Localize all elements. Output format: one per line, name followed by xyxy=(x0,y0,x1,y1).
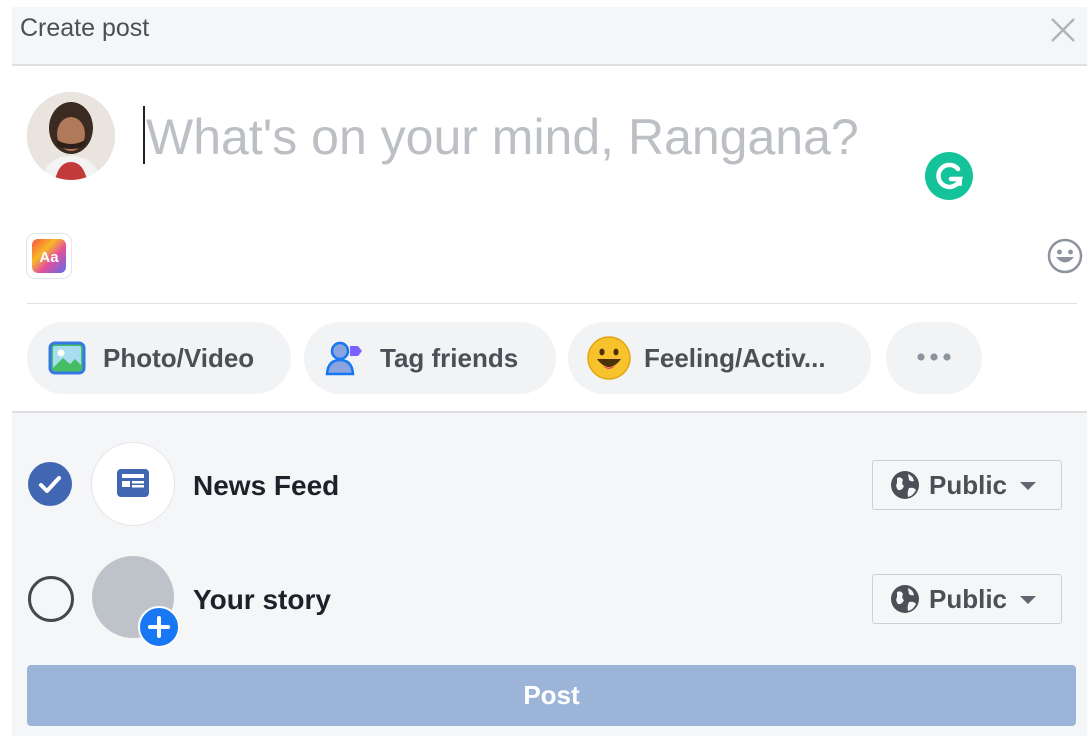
create-post-dialog: Create post What's on your mind, Rangana… xyxy=(12,7,1087,736)
news-feed-privacy-dropdown[interactable]: Public xyxy=(872,460,1062,510)
close-icon[interactable] xyxy=(1049,16,1077,44)
tag-friends-button[interactable]: Tag friends xyxy=(304,322,556,394)
globe-icon xyxy=(889,469,921,501)
user-avatar xyxy=(27,92,115,180)
feeling-activity-label: Feeling/Activ... xyxy=(644,342,826,373)
news-feed-checkbox[interactable] xyxy=(28,462,72,506)
feeling-icon xyxy=(586,335,632,381)
emoji-icon[interactable] xyxy=(1047,238,1083,274)
text-style-icon[interactable]: Aa xyxy=(27,234,71,278)
svg-text:Aa: Aa xyxy=(39,249,59,266)
news-feed-label: News Feed xyxy=(193,470,340,501)
post-text-input[interactable]: What's on your mind, Rangana? xyxy=(146,108,859,166)
text-cursor xyxy=(143,106,145,164)
grammarly-icon[interactable] xyxy=(925,152,973,200)
post-button[interactable]: Post xyxy=(27,665,1076,726)
chevron-down-icon xyxy=(1019,479,1037,491)
your-story-label: Your story xyxy=(193,584,331,615)
tag-friends-label: Tag friends xyxy=(380,342,519,373)
your-story-checkbox[interactable] xyxy=(28,576,74,622)
more-options-button[interactable] xyxy=(886,322,982,394)
news-feed-icon xyxy=(92,443,174,525)
feeling-activity-button[interactable]: Feeling/Activ... xyxy=(568,322,871,394)
dialog-title: Create post xyxy=(20,14,150,42)
composer-divider xyxy=(27,303,1077,304)
composer: What's on your mind, Rangana? Aa Photo/V… xyxy=(12,66,1087,409)
tag-friends-icon xyxy=(324,338,364,378)
post-button-label: Post xyxy=(523,680,580,710)
add-story-icon xyxy=(138,606,180,648)
photo-icon xyxy=(47,338,87,378)
your-story-privacy-dropdown[interactable]: Public xyxy=(872,574,1062,624)
chevron-down-icon xyxy=(1019,593,1037,605)
dialog-header: Create post xyxy=(12,7,1087,66)
photo-video-button[interactable]: Photo/Video xyxy=(27,322,291,394)
privacy-label: Public xyxy=(929,583,1008,614)
globe-icon xyxy=(889,583,921,615)
photo-video-label: Photo/Video xyxy=(103,342,255,373)
more-icon xyxy=(914,349,954,367)
privacy-label: Public xyxy=(929,469,1008,500)
